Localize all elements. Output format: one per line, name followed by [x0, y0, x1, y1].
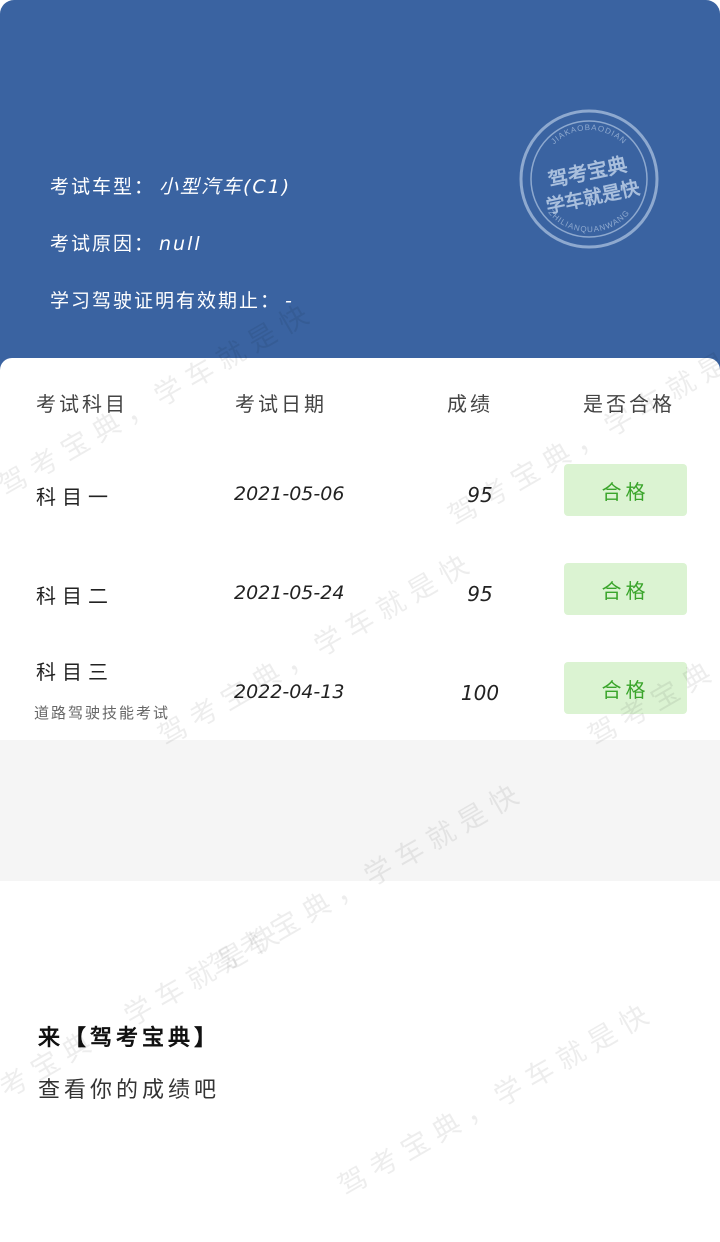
divider-band — [0, 740, 720, 881]
subject-name: 科目一 — [36, 485, 114, 509]
info-vehicle-type: 考试车型： 小型汽车(C1) — [50, 172, 291, 199]
column-header-subject: 考试科目 — [36, 392, 128, 416]
info-value: 小型汽车(C1) — [159, 176, 292, 198]
info-value: - — [285, 290, 294, 312]
column-header-score: 成绩 — [447, 392, 493, 416]
exam-date: 2021-05-24 — [234, 582, 345, 604]
exam-score: 100 — [460, 681, 500, 705]
column-header-date: 考试日期 — [235, 392, 327, 416]
pass-badge: 合格 — [564, 662, 687, 714]
brand-stamp-logo: JIAKAOBAODIAN ZHILIANQUANWANG 驾考宝典 学车就是快 — [519, 109, 659, 249]
info-label: 考试原因： — [50, 233, 156, 255]
table-row: 科目三 道路驾驶技能考试 2022-04-13 100 合格 — [0, 660, 720, 722]
subject-name: 科目三 — [36, 660, 114, 684]
table-row: 科目二 2021-05-24 95 合格 — [0, 563, 720, 623]
exam-date: 2022-04-13 — [234, 681, 345, 703]
subject-note: 道路驾驶技能考试 — [34, 704, 171, 722]
pass-badge: 合格 — [564, 563, 687, 615]
info-exam-reason: 考试原因： null — [50, 229, 202, 256]
exam-score: 95 — [467, 582, 493, 606]
exam-info-header: 考试车型： 小型汽车(C1) 考试原因： null 学习驾驶证明有效期止： - JIA… — [0, 0, 720, 372]
exam-score: 95 — [467, 483, 493, 507]
table-row: 科目一 2021-05-06 95 合格 — [0, 464, 720, 524]
info-label: 考试车型： — [50, 176, 156, 198]
svg-text:JIAKAOBAODIAN: JIAKAOBAODIAN — [549, 123, 628, 146]
info-label: 学习驾驶证明有效期止： — [50, 290, 282, 312]
promo-subtitle: 查看你的成绩吧 — [38, 1078, 221, 1103]
info-value: null — [159, 233, 202, 255]
subject-name: 科目二 — [36, 584, 114, 608]
exam-results-card: 考试科目 考试日期 成绩 是否合格 科目一 2021-05-06 95 合格 科… — [0, 358, 720, 740]
pass-badge: 合格 — [564, 464, 687, 516]
info-license-validity: 学习驾驶证明有效期止： - — [50, 286, 294, 313]
column-header-pass: 是否合格 — [583, 392, 675, 416]
exam-date: 2021-05-06 — [234, 483, 345, 505]
watermark-text: 驾考宝典，学车就是快 — [332, 994, 661, 1203]
promo-title: 来【驾考宝典】 — [38, 1026, 221, 1051]
